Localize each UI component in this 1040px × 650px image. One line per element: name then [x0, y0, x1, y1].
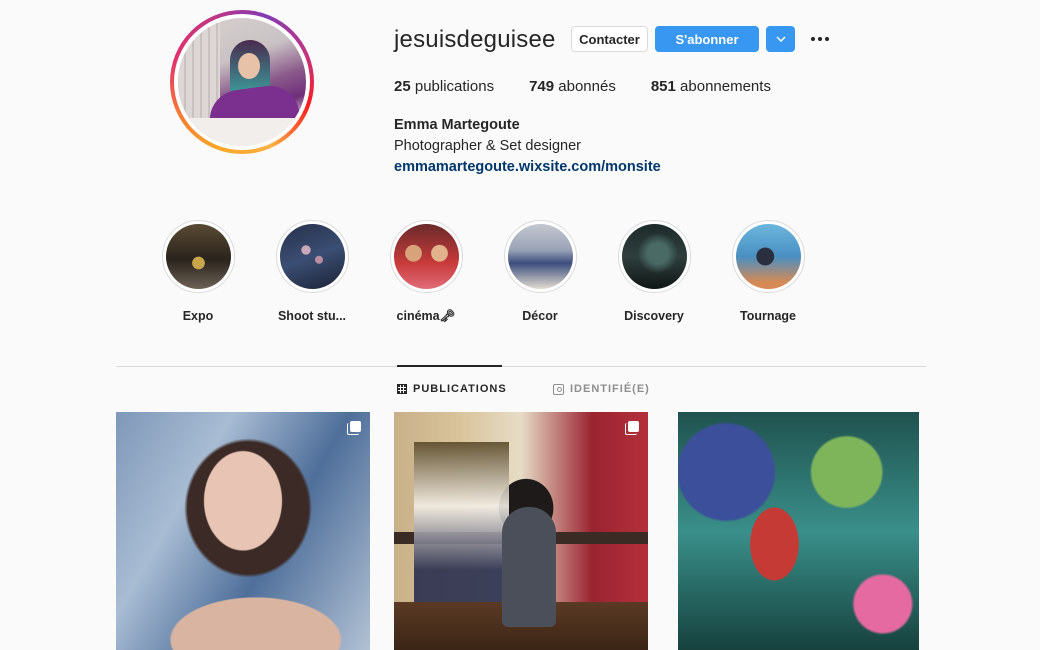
- avatar-photo-face: [238, 53, 260, 79]
- highlight-label: Tournage: [739, 309, 797, 323]
- following-count[interactable]: 851 abonnements: [651, 78, 771, 95]
- more-options-icon[interactable]: [808, 30, 832, 48]
- tab-tagged-label: IDENTIFIÉ(E): [570, 383, 650, 395]
- grid-icon: [397, 384, 407, 394]
- following-count-label: abonnements: [675, 78, 771, 95]
- highlight-discovery[interactable]: Discovery: [609, 220, 699, 323]
- following-count-value: 851: [650, 78, 676, 95]
- tab-publications[interactable]: PUBLICATIONS: [397, 383, 507, 395]
- post-thumbnail[interactable]: [116, 412, 370, 650]
- avatar-photo: [178, 18, 306, 146]
- posts-count-label: publications: [410, 78, 495, 95]
- post-photo-painting: [414, 442, 509, 602]
- highlight-cover: [507, 224, 573, 289]
- highlight-cover-ring: [617, 220, 691, 293]
- carousel-icon: [625, 421, 639, 435]
- highlight-cover-ring: [275, 220, 349, 293]
- posts-count: 25 publications: [394, 78, 494, 95]
- highlight-cover-ring: [503, 220, 577, 293]
- highlight-cover: [393, 224, 459, 289]
- tab-publications-label: PUBLICATIONS: [413, 383, 507, 395]
- posts-count-value: 25: [394, 78, 411, 95]
- highlight-cover: [735, 224, 801, 289]
- profile-full-name: Emma Martegoute: [394, 117, 520, 133]
- highlight-cover: [165, 224, 231, 289]
- highlight-cinema[interactable]: cinéma🗝: [381, 220, 471, 324]
- highlight-cover: [279, 224, 345, 289]
- profile-username: jesuisdeguisee: [394, 26, 556, 53]
- highlight-cover-ring: [731, 220, 805, 293]
- highlight-label: Discovery: [624, 309, 684, 323]
- post-photo-figure: [502, 507, 556, 627]
- more-dot: [818, 37, 822, 41]
- followers-count[interactable]: 749 abonnés: [529, 78, 616, 95]
- chevron-down-icon: [775, 36, 786, 42]
- avatar-inner: [174, 14, 310, 150]
- carousel-icon: [347, 421, 361, 435]
- highlight-expo[interactable]: Expo: [153, 220, 243, 323]
- story-highlights: Expo Shoot stu... cinéma🗝 Décor Discover…: [153, 220, 813, 330]
- followers-count-value: 749: [529, 78, 555, 95]
- followers-count-label: abonnés: [554, 78, 616, 95]
- tab-tagged[interactable]: IDENTIFIÉ(E): [553, 383, 650, 395]
- profile-website-link[interactable]: emmamartegoute.wixsite.com/monsite: [394, 159, 661, 175]
- highlight-label: Décor: [522, 309, 558, 323]
- contact-button[interactable]: Contacter: [571, 26, 648, 52]
- more-dot: [825, 37, 829, 41]
- highlight-tournage[interactable]: Tournage: [723, 220, 813, 323]
- highlight-label: Shoot stu...: [277, 309, 347, 323]
- highlight-cover-ring: [161, 220, 235, 293]
- highlight-cover-ring: [389, 220, 463, 293]
- highlight-shoot-studio[interactable]: Shoot stu...: [267, 220, 357, 323]
- profile-avatar[interactable]: [170, 10, 314, 154]
- highlight-cover: [621, 224, 687, 289]
- post-thumbnail[interactable]: [678, 412, 919, 650]
- highlight-label: cinéma🗝: [396, 309, 456, 323]
- profile-bio: Photographer & Set designer: [394, 138, 582, 154]
- active-tab-indicator: [397, 365, 502, 367]
- highlight-label: Expo: [182, 309, 214, 323]
- post-thumbnail[interactable]: [394, 412, 648, 650]
- follow-button[interactable]: S'abonner: [655, 26, 759, 52]
- more-dot: [811, 37, 815, 41]
- profile-stats: 25 publications 749 abonnés 851 abonneme…: [394, 78, 806, 95]
- avatar-photo-rail: [178, 118, 306, 146]
- tabs-divider: [116, 366, 926, 367]
- tagged-user-icon: [553, 383, 564, 395]
- highlight-decor[interactable]: Décor: [495, 220, 585, 323]
- suggestions-dropdown-button[interactable]: [766, 26, 795, 52]
